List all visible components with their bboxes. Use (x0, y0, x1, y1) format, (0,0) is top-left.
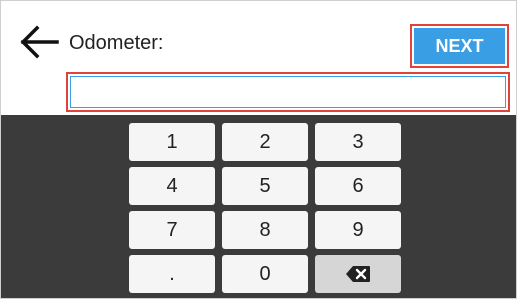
input-highlight (66, 72, 510, 112)
key-7[interactable]: 7 (129, 211, 215, 249)
key-0[interactable]: 0 (222, 255, 308, 293)
key-6[interactable]: 6 (315, 167, 401, 205)
backspace-icon (346, 266, 370, 282)
odometer-input[interactable] (71, 77, 505, 107)
key-3[interactable]: 3 (315, 123, 401, 161)
page-title: Odometer: (69, 32, 164, 54)
odometer-screen: Odometer: NEXT 1 2 3 4 5 6 7 8 9 . 0 (0, 0, 517, 299)
next-button-highlight: NEXT (410, 24, 509, 68)
key-decimal[interactable]: . (129, 255, 215, 293)
back-button[interactable] (19, 25, 59, 59)
arrow-left-icon (20, 25, 59, 59)
key-9[interactable]: 9 (315, 211, 401, 249)
key-4[interactable]: 4 (129, 167, 215, 205)
backspace-key[interactable] (315, 255, 401, 293)
key-1[interactable]: 1 (129, 123, 215, 161)
odometer-input-container (70, 76, 506, 108)
key-5[interactable]: 5 (222, 167, 308, 205)
next-button[interactable]: NEXT (414, 28, 505, 64)
key-2[interactable]: 2 (222, 123, 308, 161)
key-8[interactable]: 8 (222, 211, 308, 249)
numeric-keypad: 1 2 3 4 5 6 7 8 9 . 0 (1, 115, 516, 298)
